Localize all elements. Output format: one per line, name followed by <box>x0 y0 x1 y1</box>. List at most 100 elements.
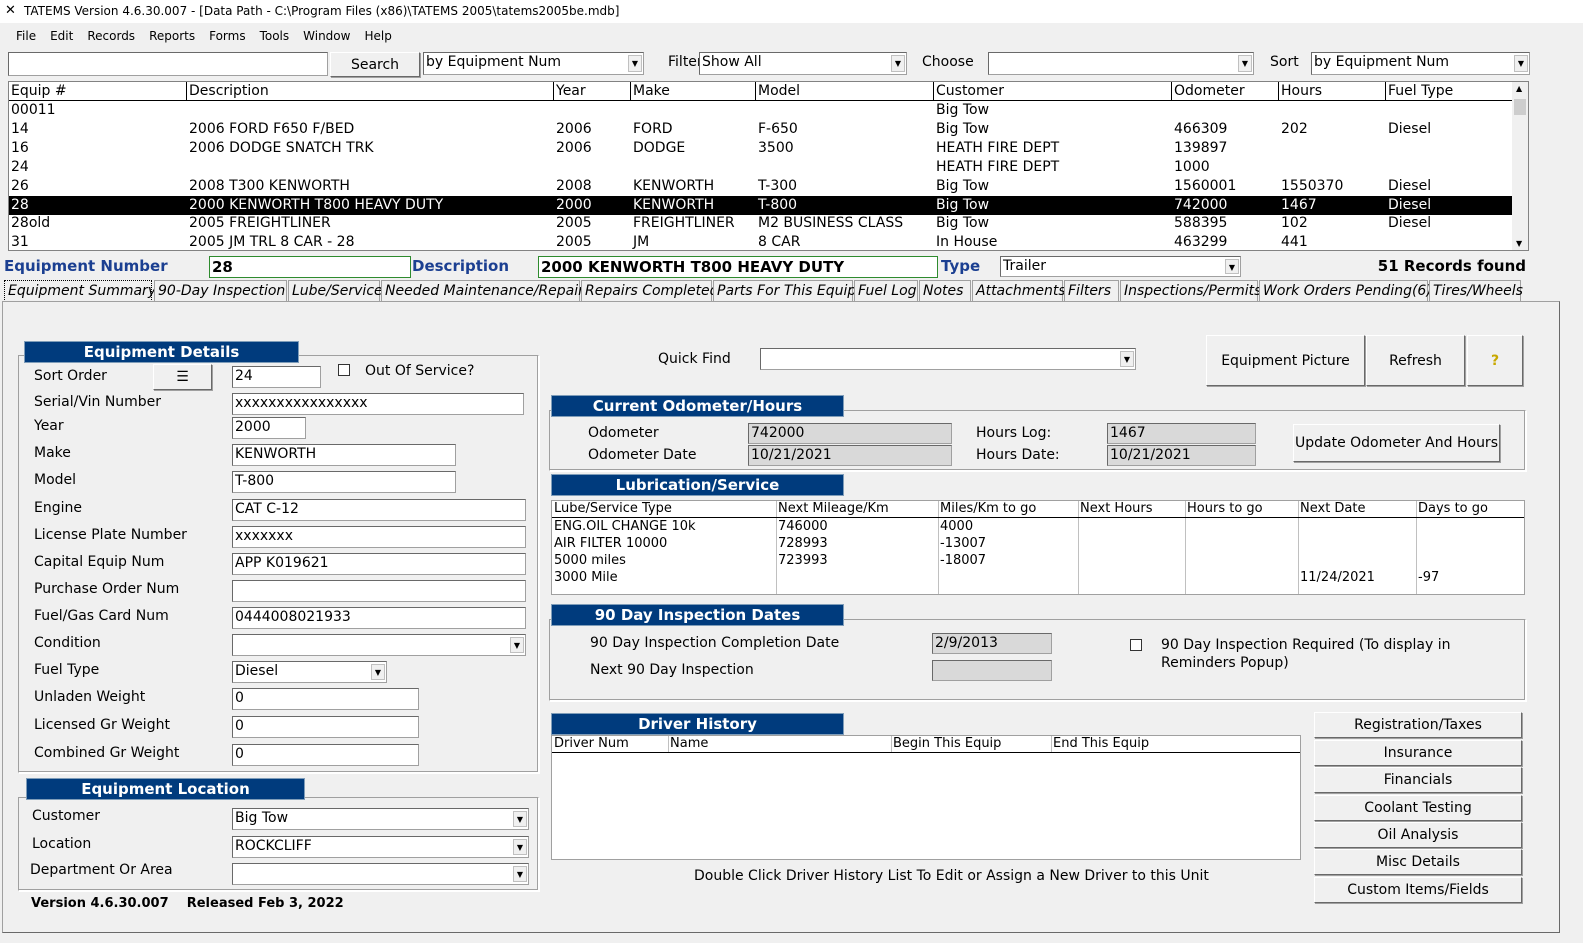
table-row[interactable]: 31 2005 JM TRL 8 CAR - 28 2005 JM 8 CAR In Ho… <box>9 233 1514 252</box>
table-row[interactable]: 26 2008 T300 KENWORTH 2008 KENWORTH T-300 Big… <box>9 177 1514 196</box>
field-input[interactable]: KENWORTH <box>232 444 456 466</box>
tab-tires-wheels[interactable]: Tires/Wheels <box>1429 280 1523 302</box>
refresh-button[interactable]: Refresh <box>1366 335 1465 386</box>
menu-help[interactable]: Help <box>364 29 391 43</box>
chevron-down-icon[interactable]: ▼ <box>513 866 527 882</box>
driver-history-table[interactable]: Driver Num Name Begin This Equip End This E… <box>551 735 1301 860</box>
menu-reports[interactable]: Reports <box>149 29 195 43</box>
tab-fuel-log[interactable]: Fuel Log <box>854 280 918 302</box>
table-row[interactable]: 24 HEATH FIRE DEPT 1000 <box>9 158 1514 177</box>
column-header[interactable]: Begin This Equip <box>891 736 1001 751</box>
field-input[interactable]: 0444008021933 <box>232 607 526 629</box>
column-header[interactable]: Equip # <box>11 83 67 99</box>
misc-details-button[interactable]: Misc Details <box>1314 849 1522 875</box>
scroll-thumb[interactable] <box>1514 99 1526 115</box>
field-input[interactable]: 0 <box>232 744 419 766</box>
choose-select[interactable]: ▼ <box>988 52 1254 75</box>
column-header[interactable]: Next Mileage/Km <box>776 501 889 516</box>
column-header[interactable]: Driver Num <box>552 736 629 751</box>
tab-inspections-permits[interactable]: Inspections/Permits <box>1120 280 1261 302</box>
chevron-down-icon[interactable]: ▼ <box>891 55 905 72</box>
column-header[interactable]: Name <box>668 736 708 751</box>
chevron-down-icon[interactable]: ▼ <box>371 664 385 680</box>
department-select[interactable]: ▼ <box>232 863 529 885</box>
filter-select[interactable]: Show All ▼ <box>699 52 907 75</box>
field-input[interactable]: 2000 <box>232 417 306 439</box>
column-header[interactable]: Lube/Service Type <box>552 501 672 516</box>
tab-repairs-completed[interactable]: Repairs Completed <box>581 280 719 302</box>
table-row[interactable]: 28old 2005 FREIGHTLINER 2005 FREIGHTLINER M2… <box>9 214 1514 233</box>
equipment-number-field[interactable]: 28 <box>209 256 411 278</box>
tab-90-day-inspection[interactable]: 90-Day Inspection <box>154 280 287 302</box>
column-header[interactable]: Next Hours <box>1078 501 1153 516</box>
coolant-testing-button[interactable]: Coolant Testing <box>1314 795 1522 821</box>
chevron-down-icon[interactable]: ▼ <box>513 839 527 855</box>
chevron-down-icon[interactable]: ▼ <box>513 811 527 827</box>
field-input[interactable]: CAT C-12 <box>232 499 526 521</box>
insurance-button[interactable]: Insurance <box>1314 740 1522 766</box>
update-odometer-button[interactable]: Update Odometer And Hours <box>1293 424 1500 462</box>
inspection-required-checkbox[interactable] <box>1130 639 1142 651</box>
column-header[interactable]: Miles/Km to go <box>938 501 1036 516</box>
tab-equipment-summary[interactable]: Equipment Summary <box>4 280 156 302</box>
menu-forms[interactable]: Forms <box>209 29 245 43</box>
field-input[interactable]: Diesel ▼ <box>232 661 387 683</box>
chevron-down-icon[interactable]: ▼ <box>1225 259 1239 274</box>
menu-edit[interactable]: Edit <box>50 29 73 43</box>
tab-work-orders-pending-6-[interactable]: Work Orders Pending(6) <box>1259 280 1432 302</box>
column-header[interactable]: Odometer <box>1174 83 1245 99</box>
oil-analysis-button[interactable]: Oil Analysis <box>1314 822 1522 848</box>
tab-needed-maintenance-repairs[interactable]: Needed Maintenance/Repairs <box>381 280 591 302</box>
search-input[interactable] <box>8 52 328 76</box>
tab-filters[interactable]: Filters <box>1064 280 1119 302</box>
field-input[interactable] <box>232 580 526 602</box>
column-header[interactable]: Days to go <box>1416 501 1488 516</box>
chevron-down-icon[interactable]: ▼ <box>1120 351 1134 367</box>
quick-find-select[interactable]: ▼ <box>760 348 1136 370</box>
chevron-down-icon[interactable]: ▼ <box>1238 55 1252 72</box>
field-input[interactable]: APP K019621 <box>232 553 526 575</box>
menu-file[interactable]: File <box>16 29 36 43</box>
field-input[interactable]: xxxxxxx <box>232 526 526 548</box>
type-select[interactable]: Trailer ▼ <box>1000 256 1241 277</box>
column-header[interactable]: Customer <box>936 83 1004 99</box>
lube-service-table[interactable]: Lube/Service Type Next Mileage/Km Miles/Km… <box>551 500 1525 595</box>
out-of-service-checkbox[interactable] <box>338 364 350 376</box>
sort-order-button[interactable]: ☰ <box>153 364 212 390</box>
column-header[interactable]: Model <box>758 83 800 99</box>
column-header[interactable]: Hours to go <box>1185 501 1263 516</box>
field-input[interactable]: ▼ <box>232 634 526 656</box>
custom-items-fields-button[interactable]: Custom Items/Fields <box>1314 877 1522 903</box>
table-row[interactable]: 00011 Big Tow <box>9 101 1514 120</box>
field-input[interactable]: T-800 <box>232 471 456 493</box>
menu-records[interactable]: Records <box>87 29 135 43</box>
tab-parts-for-this-equip[interactable]: Parts For This Equip <box>713 280 856 302</box>
sort-select[interactable]: by Equipment Num ▼ <box>1311 52 1530 75</box>
search-by-select[interactable]: by Equipment Num ▼ <box>423 52 644 75</box>
column-header[interactable]: Make <box>633 83 670 99</box>
chevron-down-icon[interactable]: ▼ <box>510 637 524 653</box>
scroll-up-icon[interactable]: ▲ <box>1516 84 1522 93</box>
column-header[interactable]: Description <box>189 83 269 99</box>
search-button[interactable]: Search <box>330 52 420 77</box>
tab-attachments[interactable]: Attachments <box>972 280 1066 302</box>
column-header[interactable]: Fuel Type <box>1388 83 1453 99</box>
help-icon[interactable]: ? <box>1467 335 1523 386</box>
scroll-down-icon[interactable]: ▼ <box>1516 239 1522 248</box>
field-input[interactable]: xxxxxxxxxxxxxxxx <box>232 393 524 415</box>
column-header[interactable]: End This Equip <box>1051 736 1149 751</box>
equipment-grid[interactable]: Equip # Description Year Make Model Customer O… <box>8 81 1529 251</box>
customer-select[interactable]: Big Tow ▼ <box>232 808 529 830</box>
tab-notes[interactable]: Notes <box>919 280 971 302</box>
chevron-down-icon[interactable]: ▼ <box>1514 55 1528 72</box>
equipment-picture-button[interactable]: Equipment Picture <box>1206 335 1365 386</box>
location-select[interactable]: ROCKCLIFF ▼ <box>232 836 529 858</box>
chevron-down-icon[interactable]: ▼ <box>628 55 642 72</box>
tab-lube-service[interactable]: Lube/Service <box>288 280 383 302</box>
menu-window[interactable]: Window <box>303 29 350 43</box>
table-row[interactable]: 16 2006 DODGE SNATCH TRK 2006 DODGE 3500 HEAT… <box>9 139 1514 158</box>
table-row[interactable]: 14 2006 FORD F650 F/BED 2006 FORD F-650 Big T… <box>9 120 1514 139</box>
registration-taxes-button[interactable]: Registration/Taxes <box>1314 712 1522 738</box>
sort-order-field[interactable]: 24 <box>232 366 321 388</box>
column-header[interactable]: Hours <box>1281 83 1322 99</box>
